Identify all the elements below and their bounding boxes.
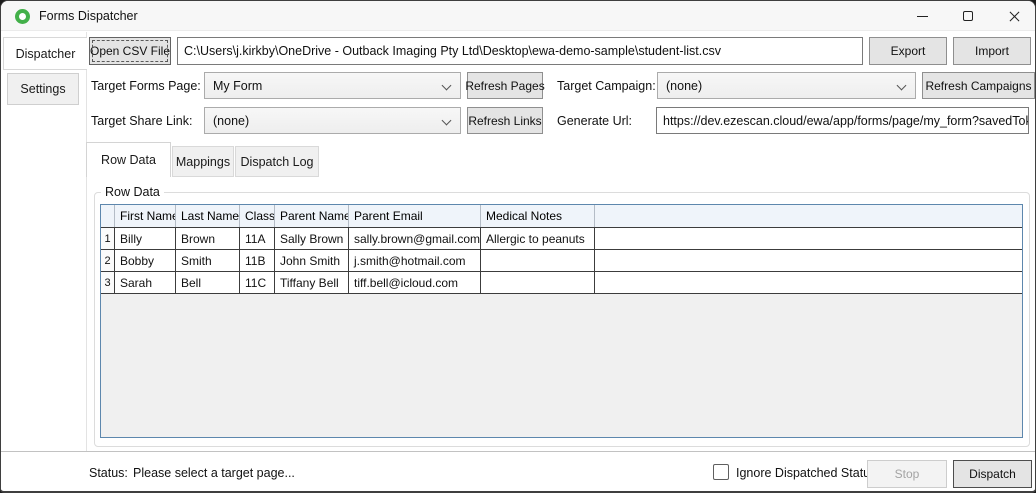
window-title: Forms Dispatcher (39, 9, 138, 23)
grid-cell-filler (595, 228, 1022, 250)
grid-cell[interactable]: tiff.bell@icloud.com (349, 272, 481, 294)
column-header-filler (595, 205, 1022, 227)
sidebar-item-settings[interactable]: Settings (7, 73, 79, 105)
app-logo-icon (15, 9, 30, 24)
refresh-links-button[interactable]: Refresh Links (467, 107, 543, 134)
grid-corner-cell (101, 205, 115, 227)
table-row[interactable]: 1 Billy Brown 11A Sally Brown sally.brow… (101, 228, 1022, 250)
grid-cell[interactable] (481, 250, 595, 272)
table-row[interactable]: 2 Bobby Smith 11B John Smith j.smith@hot… (101, 250, 1022, 272)
row-data-grid[interactable]: First Name Last Name Class Parent Name P… (100, 204, 1023, 438)
grid-cell[interactable]: Tiffany Bell (275, 272, 349, 294)
tab-label: Mappings (176, 155, 230, 169)
grid-cell[interactable]: 11B (240, 250, 275, 272)
tab-mappings[interactable]: Mappings (172, 146, 234, 177)
minimize-icon (917, 16, 928, 17)
grid-cell[interactable]: Sarah (115, 272, 176, 294)
caption-buttons (899, 1, 1036, 31)
generate-url-label: Generate Url: (557, 114, 632, 128)
open-csv-file-button[interactable]: Open CSV File (89, 37, 171, 65)
status-text: Please select a target page... (133, 466, 295, 480)
stop-button: Stop (867, 460, 947, 488)
row-header[interactable]: 3 (101, 272, 115, 294)
column-header-parent-email[interactable]: Parent Email (349, 205, 481, 227)
sidebar-item-dispatcher[interactable]: Dispatcher (3, 37, 87, 70)
minimize-button[interactable] (899, 1, 945, 31)
column-header-parent-name[interactable]: Parent Name (275, 205, 349, 227)
grid-header-row: First Name Last Name Class Parent Name P… (101, 205, 1022, 228)
grid-cell[interactable]: Sally Brown (275, 228, 349, 250)
column-header-medical-notes[interactable]: Medical Notes (481, 205, 595, 227)
grid-cell[interactable]: sally.brown@gmail.com (349, 228, 481, 250)
grid-cell[interactable]: j.smith@hotmail.com (349, 250, 481, 272)
app-window: Forms Dispatcher Dispatcher Settings Ope… (0, 0, 1036, 493)
csv-path-input[interactable]: C:\Users\j.kirkby\OneDrive - Outback Ima… (177, 37, 863, 65)
grid-cell[interactable] (481, 272, 595, 294)
column-header-first-name[interactable]: First Name (115, 205, 176, 227)
ignore-dispatched-status-label: Ignore Dispatched Status (736, 466, 876, 480)
chevron-down-icon (897, 81, 907, 91)
chevron-down-icon (442, 81, 452, 91)
target-forms-page-label: Target Forms Page: (91, 79, 201, 93)
titlebar[interactable]: Forms Dispatcher (1, 1, 1036, 31)
row-header[interactable]: 2 (101, 250, 115, 272)
grid-cell[interactable]: Bobby (115, 250, 176, 272)
target-share-link-label: Target Share Link: (91, 114, 192, 128)
export-button[interactable]: Export (869, 37, 947, 65)
selected-value: (none) (666, 79, 702, 93)
tab-label: Dispatch Log (241, 155, 314, 169)
status-label: Status: (89, 466, 128, 480)
target-forms-page-select[interactable]: My Form (204, 72, 461, 99)
refresh-campaigns-button[interactable]: Refresh Campaigns (922, 72, 1035, 99)
import-button[interactable]: Import (953, 37, 1031, 65)
target-campaign-label: Target Campaign: (557, 79, 656, 93)
grid-cell[interactable]: Bell (176, 272, 240, 294)
column-header-class[interactable]: Class (240, 205, 275, 227)
tab-dispatch-log[interactable]: Dispatch Log (235, 146, 319, 177)
ignore-dispatched-status-checkbox[interactable] (713, 464, 729, 480)
grid-cell[interactable]: Billy (115, 228, 176, 250)
tab-label: Row Data (101, 153, 156, 167)
groupbox-label: Row Data (101, 185, 164, 199)
target-campaign-select[interactable]: (none) (657, 72, 916, 99)
maximize-button[interactable] (945, 1, 991, 31)
sidebar-divider (86, 32, 87, 451)
grid-cell[interactable]: John Smith (275, 250, 349, 272)
grid-cell[interactable]: 11A (240, 228, 275, 250)
close-button[interactable] (991, 1, 1036, 31)
grid-cell[interactable]: Smith (176, 250, 240, 272)
grid-cell[interactable]: Allergic to peanuts (481, 228, 595, 250)
table-row[interactable]: 3 Sarah Bell 11C Tiffany Bell tiff.bell@… (101, 272, 1022, 294)
tab-row-data[interactable]: Row Data (86, 142, 171, 177)
column-header-last-name[interactable]: Last Name (176, 205, 240, 227)
chevron-down-icon (442, 116, 452, 126)
grid-cell-filler (595, 272, 1022, 294)
selected-value: (none) (213, 114, 249, 128)
grid-cell[interactable]: Brown (176, 228, 240, 250)
sidebar-item-label: Dispatcher (16, 47, 76, 61)
grid-cell[interactable]: 11C (240, 272, 275, 294)
sidebar-item-label: Settings (20, 82, 65, 96)
selected-value: My Form (213, 79, 262, 93)
grid-cell-filler (595, 250, 1022, 272)
generate-url-input[interactable]: https://dev.ezescan.cloud/ewa/app/forms/… (656, 107, 1029, 134)
maximize-icon (963, 11, 973, 21)
dispatch-button[interactable]: Dispatch (953, 460, 1032, 488)
statusbar-divider (1, 451, 1036, 452)
row-header[interactable]: 1 (101, 228, 115, 250)
target-share-link-select[interactable]: (none) (204, 107, 461, 134)
refresh-pages-button[interactable]: Refresh Pages (467, 72, 543, 99)
